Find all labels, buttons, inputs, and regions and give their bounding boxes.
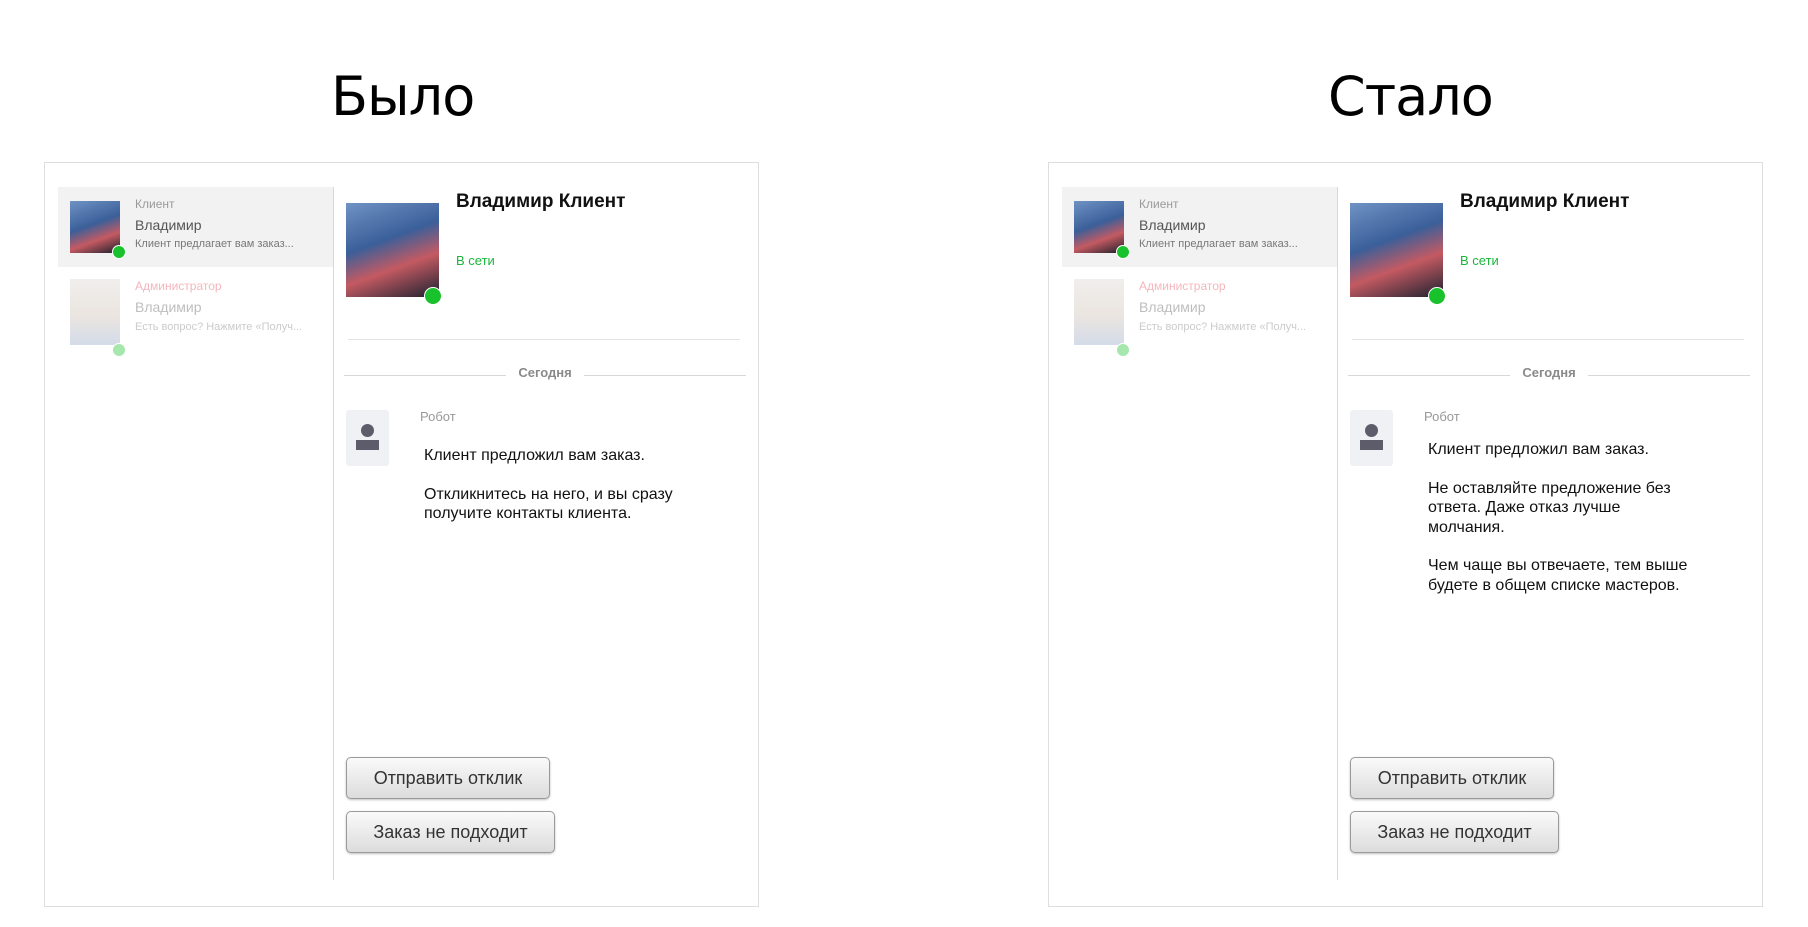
reject-order-button[interactable]: Заказ не подходит — [346, 811, 555, 853]
chat-status: В сети — [456, 253, 495, 268]
online-indicator — [1428, 287, 1446, 305]
message-sender: Робот — [1424, 409, 1460, 424]
message-paragraph: Чем чаще вы отвечаете, тем выше будете в… — [1428, 557, 1688, 594]
date-separator: Сегодня — [1348, 365, 1750, 385]
chat-avatar — [1350, 203, 1443, 297]
message-paragraph: Клиент предложил вам заказ. — [1428, 441, 1649, 458]
avatar — [70, 201, 120, 253]
avatar — [70, 279, 120, 345]
message-bubble: Клиент предложил вам заказ. Не оставляйт… — [1428, 440, 1688, 614]
chat-contact-name: Владимир Клиент — [1460, 191, 1630, 212]
before-chat-window: Клиент Владимир Клиент предлагает вам за… — [44, 162, 759, 907]
contact-preview: Клиент предлагает вам заказ... — [1139, 238, 1298, 250]
contact-preview: Есть вопрос? Нажмите «Получ... — [1139, 321, 1307, 333]
online-indicator — [112, 343, 126, 357]
send-response-button[interactable]: Отправить отклик — [346, 757, 550, 799]
chat-main: Владимир Клиент В сети Сегодня Робот Кли… — [334, 163, 758, 906]
contact-role: Администратор — [1139, 279, 1226, 293]
message-paragraph: Откликнитесь на него, и вы сразу получит… — [424, 485, 673, 523]
contact-name: Владимир — [135, 217, 202, 233]
contact-name: Владимир — [1139, 217, 1206, 233]
contact-role: Администратор — [135, 279, 222, 293]
contact-name: Владимир — [135, 299, 202, 315]
contact-role: Клиент — [1139, 197, 1179, 211]
chat-main: Владимир Клиент В сети Сегодня Робот Кли… — [1338, 163, 1762, 906]
avatar — [1074, 201, 1124, 253]
before-heading: Было — [331, 65, 475, 128]
contact-role: Клиент — [135, 197, 175, 211]
robot-avatar-icon — [1350, 410, 1393, 466]
contact-preview: Есть вопрос? Нажмите «Получ... — [135, 321, 303, 333]
message-paragraph: Не оставляйте предложение без ответа. Да… — [1428, 479, 1671, 536]
contact-item-client[interactable]: Клиент Владимир Клиент предлагает вам за… — [58, 187, 333, 267]
chat-status: В сети — [1460, 253, 1499, 268]
contact-item-admin[interactable]: Администратор Владимир Есть вопрос? Нажм… — [58, 267, 333, 357]
avatar — [1074, 279, 1124, 345]
message-paragraph: Клиент предложил вам заказ. — [424, 447, 645, 464]
contact-list: Клиент Владимир Клиент предлагает вам за… — [58, 187, 334, 880]
divider — [1352, 339, 1744, 340]
contact-item-client[interactable]: Клиент Владимир Клиент предлагает вам за… — [1062, 187, 1337, 267]
divider — [348, 339, 740, 340]
contact-name: Владимир — [1139, 299, 1206, 315]
online-indicator — [1116, 343, 1130, 357]
chat-avatar — [346, 203, 439, 297]
online-indicator — [1116, 245, 1130, 259]
online-indicator — [112, 245, 126, 259]
chat-contact-name: Владимир Клиент — [456, 191, 626, 212]
after-heading: Стало — [1328, 65, 1494, 128]
reject-order-button[interactable]: Заказ не подходит — [1350, 811, 1559, 853]
message-bubble: Клиент предложил вам заказ. Откликнитесь… — [424, 446, 684, 543]
contact-list: Клиент Владимир Клиент предлагает вам за… — [1062, 187, 1338, 880]
contact-item-admin[interactable]: Администратор Владимир Есть вопрос? Нажм… — [1062, 267, 1337, 357]
online-indicator — [424, 287, 442, 305]
date-separator-label: Сегодня — [1522, 365, 1576, 380]
robot-avatar-icon — [346, 410, 389, 466]
send-response-button[interactable]: Отправить отклик — [1350, 757, 1554, 799]
date-separator: Сегодня — [344, 365, 746, 385]
message-sender: Робот — [420, 409, 456, 424]
after-chat-window: Клиент Владимир Клиент предлагает вам за… — [1048, 162, 1763, 907]
date-separator-label: Сегодня — [518, 365, 572, 380]
contact-preview: Клиент предлагает вам заказ... — [135, 238, 294, 250]
